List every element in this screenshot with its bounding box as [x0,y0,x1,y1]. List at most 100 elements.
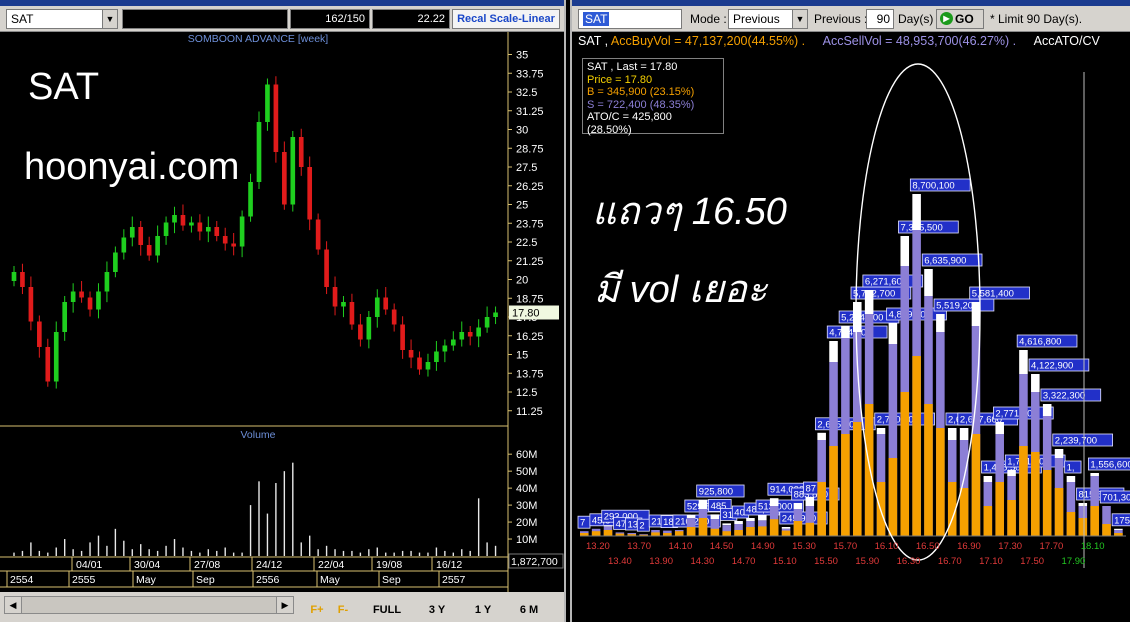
overlay-symbol-text: SAT [28,66,100,108]
recal-scale-button[interactable]: Recal Scale-Linear [452,9,560,29]
date-box [122,9,288,29]
info-sell: S = 722,400 (48.35%) [587,98,695,111]
counter-box: 162/150 [290,9,370,29]
bar-volume-label: 2 [639,521,644,532]
price-tick-top: 16.10 [875,541,899,552]
buy-bar [1066,512,1076,536]
days-label: Day(s) [898,12,934,26]
candle-body [493,312,498,317]
bar-volume-label: 5,204,500 [841,313,883,324]
candle-body [442,345,448,352]
previous-days-input[interactable]: 90 [866,9,894,29]
price-tick-top: 13.20 [586,541,610,552]
overlay-volume-note: มี vol เยอะ [594,269,768,311]
price-tick-top: 14.90 [751,541,775,552]
symbol-select[interactable]: SAT ▼ [6,9,118,29]
buy-bar [722,531,731,536]
buy-bar [888,458,898,536]
bar-volume-label: 18 [663,517,674,528]
price-chart-window: SAT ▼ 162/150 22.22 Recal Scale-Linear S… [0,0,566,622]
chevron-down-icon[interactable]: ▼ [792,10,807,28]
year-label: 2554 [10,574,34,586]
range-3y-button[interactable]: 3 Y [420,602,454,618]
candle-body [180,215,186,226]
ato-bar [758,515,767,521]
price-tick-top: 16.50 [916,541,940,552]
ato-bar [912,194,921,230]
scroll-left-icon[interactable]: ◀ [5,597,22,613]
candle-body [408,350,414,358]
date-label: 27/08 [194,559,220,571]
candle-body [87,297,93,310]
chevron-down-icon[interactable]: ▼ [102,10,117,28]
buy-bar [959,488,969,536]
mode-value: Previous [733,12,780,26]
price-tick-top: 18.10 [1081,541,1105,552]
volume-tag-text: 1,872,700 [511,556,558,568]
candle-body [96,291,101,310]
buy-bar [1019,446,1028,536]
candle-body [205,227,211,232]
candle-body [62,302,68,332]
price-tick-bottom: 14.70 [732,556,756,567]
ato-bar [864,290,874,314]
buy-bar [674,531,684,536]
price-tick-top: 13.70 [627,541,651,552]
candle-body [358,324,363,340]
candle-body [79,291,84,298]
candle-body [138,227,144,245]
bar-volume-label: 8,700,100 [912,181,954,192]
candle-body [383,297,389,310]
range-6m-button[interactable]: 6 M [512,602,546,618]
year-label: Sep [196,574,215,586]
volume-analysis-window: SAT Mode : Previous ▼ Previous : 90 Day(… [570,0,1130,622]
price-tick-top: 17.30 [998,541,1022,552]
candle-body [476,327,481,337]
ato-bar [817,432,826,440]
candle-body [417,357,422,370]
range-1y-button[interactable]: 1 Y [466,602,500,618]
volume-title: Volume [240,429,275,441]
date-label: 16/12 [436,559,462,571]
buy-bar [853,422,862,536]
ato-bar [746,518,755,521]
year-label: 2556 [256,574,280,586]
buy-bar [1031,452,1040,536]
buy-bar [758,526,767,536]
last-price-tag-text: 17.80 [512,308,540,320]
go-label: GO [955,12,974,26]
range-full-button[interactable]: FULL [368,602,406,618]
summary-line: SAT , AccBuyVol = 47,137,200(44.55%) . A… [578,34,1100,48]
value-box: 22.22 [372,9,450,29]
mode-select[interactable]: Previous ▼ [728,9,808,29]
buy-bar [983,506,993,536]
candle-body [484,317,490,328]
y-tick-label: 15 [516,350,528,362]
candle-body [239,216,245,247]
bar-volume-label: 2,239,700 [1055,436,1097,447]
date-label: 04/01 [76,559,102,571]
zoom-in-button[interactable]: F+ [306,602,328,618]
buy-bar [734,530,743,536]
price-tick-bottom: 13.40 [608,556,632,567]
zoom-out-button[interactable]: F- [332,602,354,618]
volume-at-price-chart: 745,8293,0004713221,80018210,200529,5925… [577,63,1130,568]
ato-bar [876,428,886,434]
previous-days-value: 90 [876,12,890,26]
info-price: Price = 17.80 [587,73,653,86]
bar-volume-label: 87 [806,484,817,495]
buy-bar [1007,500,1016,536]
y-tick-label: 32.5 [516,87,537,99]
va-symbol-select[interactable]: SAT [578,9,682,29]
value-readout: 22.22 [417,13,445,25]
buy-bar [603,530,613,536]
price-info-box: SAT , Last = 17.80 Price = 17.80 B = 345… [582,58,724,136]
year-label: 2557 [442,574,466,586]
candle-body [11,272,17,281]
go-button[interactable]: ▶ GO [936,9,984,29]
scroll-right-icon[interactable]: ▶ [276,597,293,613]
overlay-price-note: แถวๆ 16.50 [592,191,787,233]
volume-tick-label: 40M [516,483,537,495]
buy-bar [1102,524,1111,536]
horizontal-scrollbar[interactable]: ◀ ▶ [4,596,294,614]
